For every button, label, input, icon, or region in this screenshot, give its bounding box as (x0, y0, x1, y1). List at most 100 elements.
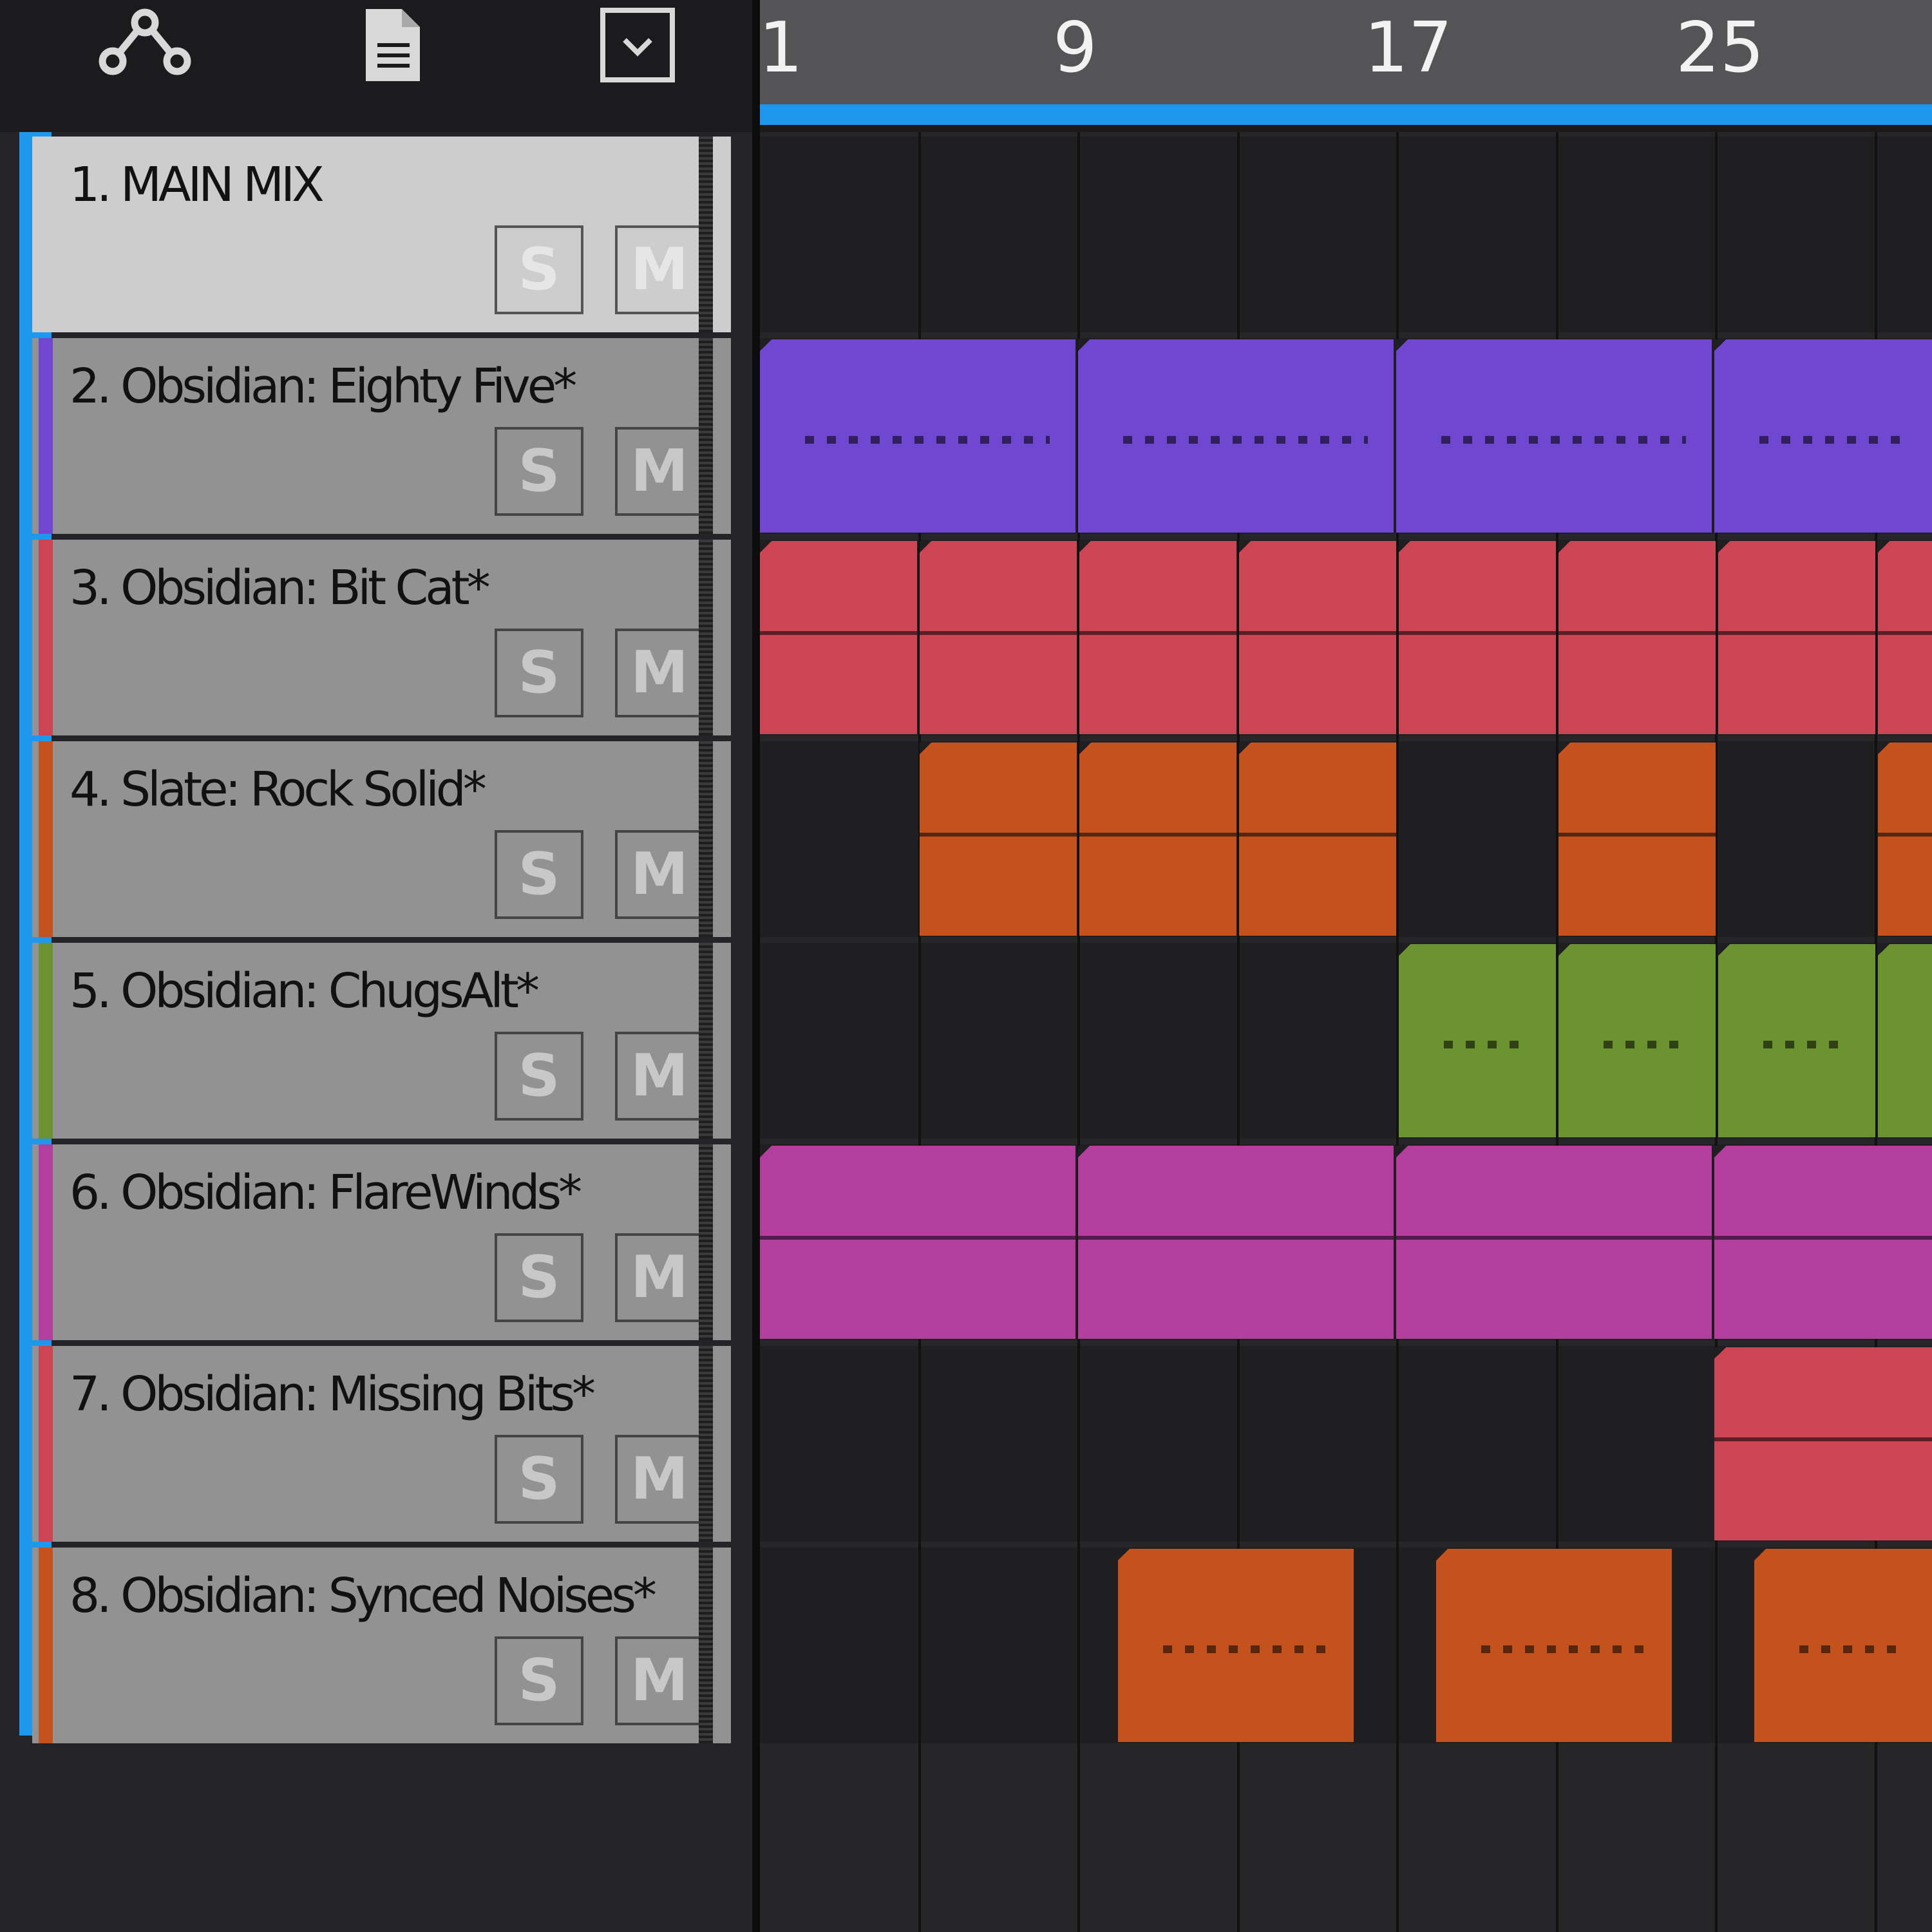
toolbar (0, 0, 753, 132)
audio-clip[interactable] (1558, 944, 1716, 1137)
master-track-header[interactable]: 1. MAIN MIX S M (32, 137, 731, 332)
mute-button[interactable]: M (615, 1435, 704, 1524)
panel-divider[interactable] (752, 0, 760, 1932)
audio-clip[interactable] (760, 1146, 1075, 1339)
track-resize-grip[interactable] (699, 1346, 713, 1542)
audio-clip[interactable] (920, 541, 1077, 734)
audio-clip[interactable] (1118, 1549, 1354, 1742)
solo-button[interactable]: S (495, 1032, 583, 1121)
mute-button[interactable]: M (615, 427, 704, 516)
solo-button[interactable]: S (495, 1435, 583, 1524)
mute-button[interactable]: M (615, 225, 704, 314)
clip-waveform (1558, 833, 1716, 837)
track-resize-grip[interactable] (699, 1548, 713, 1743)
audio-clip[interactable] (1399, 541, 1556, 734)
mute-button[interactable]: M (615, 1233, 704, 1322)
audio-clip[interactable] (1396, 1146, 1712, 1339)
audio-clip[interactable] (1714, 1146, 1932, 1339)
audio-clip[interactable] (1396, 339, 1712, 533)
clip-waveform (1714, 1437, 1932, 1441)
clip-notes (1604, 1041, 1690, 1048)
mute-button[interactable]: M (615, 1636, 704, 1725)
clip-notes (805, 436, 1050, 444)
track-color-strip (39, 943, 53, 1139)
track-header[interactable]: 2. Obsidian: Eighty Five* S M (32, 338, 731, 534)
clip-notes (1444, 1041, 1530, 1048)
solo-button[interactable]: S (495, 427, 583, 516)
clip-waveform (1079, 833, 1236, 837)
solo-button[interactable]: S (495, 830, 583, 919)
timeline-ruler[interactable]: 1 9 17 25 (759, 0, 1932, 104)
audio-clip[interactable] (760, 339, 1075, 533)
dropdown-icon[interactable] (580, 0, 696, 90)
track-resize-grip[interactable] (699, 137, 713, 332)
track-name: 8. Obsidian: Synced Noises* (70, 1568, 657, 1624)
audio-clip[interactable] (1754, 1549, 1932, 1742)
track-resize-grip[interactable] (699, 943, 713, 1139)
ruler-mark-1: 1 (759, 8, 803, 88)
audio-clip[interactable] (760, 541, 917, 734)
audio-clip[interactable] (1239, 541, 1396, 734)
clip-waveform (1239, 631, 1396, 635)
track-name: 4. Slate: Rock Solid* (70, 762, 487, 817)
track-resize-grip[interactable] (699, 338, 713, 534)
routing-icon[interactable] (87, 0, 203, 90)
audio-clip[interactable] (1878, 944, 1932, 1137)
solo-button[interactable]: S (495, 225, 583, 314)
track-resize-grip[interactable] (699, 540, 713, 735)
audio-clip[interactable] (1718, 944, 1875, 1137)
track-header[interactable]: 5. Obsidian: ChugsAlt* S M (32, 943, 731, 1139)
audio-clip[interactable] (1436, 1549, 1672, 1742)
track-resize-grip[interactable] (699, 1144, 713, 1340)
ruler-divider (759, 125, 1932, 132)
clip-waveform (1714, 1236, 1932, 1240)
clip-waveform (1878, 833, 1932, 837)
track-header[interactable]: 4. Slate: Rock Solid* S M (32, 741, 731, 937)
track-header[interactable]: 8. Obsidian: Synced Noises* S M (32, 1548, 731, 1743)
ruler-mark-9: 9 (1053, 8, 1097, 88)
audio-clip[interactable] (1714, 339, 1932, 533)
track-name: 7. Obsidian: Missing Bits* (70, 1367, 596, 1422)
audio-clip[interactable] (1399, 944, 1556, 1137)
clip-waveform (920, 833, 1077, 837)
track-color-strip (39, 338, 53, 534)
playback-progress-bar[interactable] (759, 104, 1932, 125)
audio-clip[interactable] (1558, 541, 1716, 734)
track-header[interactable]: 3. Obsidian: Bit Cat* S M (32, 540, 731, 735)
audio-clip[interactable] (1079, 541, 1236, 734)
mute-button[interactable]: M (615, 1032, 704, 1121)
clip-notes (1759, 436, 1906, 444)
mute-button[interactable]: M (615, 629, 704, 717)
clip-notes (1799, 1645, 1906, 1653)
solo-button[interactable]: S (495, 1636, 583, 1725)
audio-clip[interactable] (1239, 743, 1396, 936)
clip-waveform (1396, 1236, 1712, 1240)
audio-clip[interactable] (1718, 541, 1875, 734)
solo-button[interactable]: S (495, 629, 583, 717)
audio-clip[interactable] (1878, 743, 1932, 936)
document-icon[interactable] (335, 0, 451, 90)
mute-button[interactable]: M (615, 830, 704, 919)
clip-notes (1763, 1041, 1850, 1048)
track-header[interactable]: 7. Obsidian: Missing Bits* S M (32, 1346, 731, 1542)
audio-clip[interactable] (1078, 1146, 1394, 1339)
track-name: 3. Obsidian: Bit Cat* (70, 560, 491, 616)
audio-clip[interactable] (1714, 1347, 1932, 1540)
audio-clip[interactable] (1079, 743, 1236, 936)
track-name: 5. Obsidian: ChugsAlt* (70, 963, 540, 1019)
solo-button[interactable]: S (495, 1233, 583, 1322)
clip-notes (1481, 1645, 1646, 1653)
audio-clip[interactable] (1878, 541, 1932, 734)
arrangement-timeline[interactable] (760, 132, 1932, 1932)
track-color-strip (39, 1144, 53, 1340)
track-header[interactable]: 6. Obsidian: FlareWinds* S M (32, 1144, 731, 1340)
audio-clip[interactable] (1558, 743, 1716, 936)
track-resize-grip[interactable] (699, 741, 713, 937)
clip-notes (1441, 436, 1686, 444)
track-color-strip (39, 540, 53, 735)
track-color-strip (39, 1548, 53, 1743)
clip-waveform (1078, 1236, 1394, 1240)
timeline-lane[interactable] (760, 137, 1932, 332)
audio-clip[interactable] (920, 743, 1077, 936)
audio-clip[interactable] (1078, 339, 1394, 533)
